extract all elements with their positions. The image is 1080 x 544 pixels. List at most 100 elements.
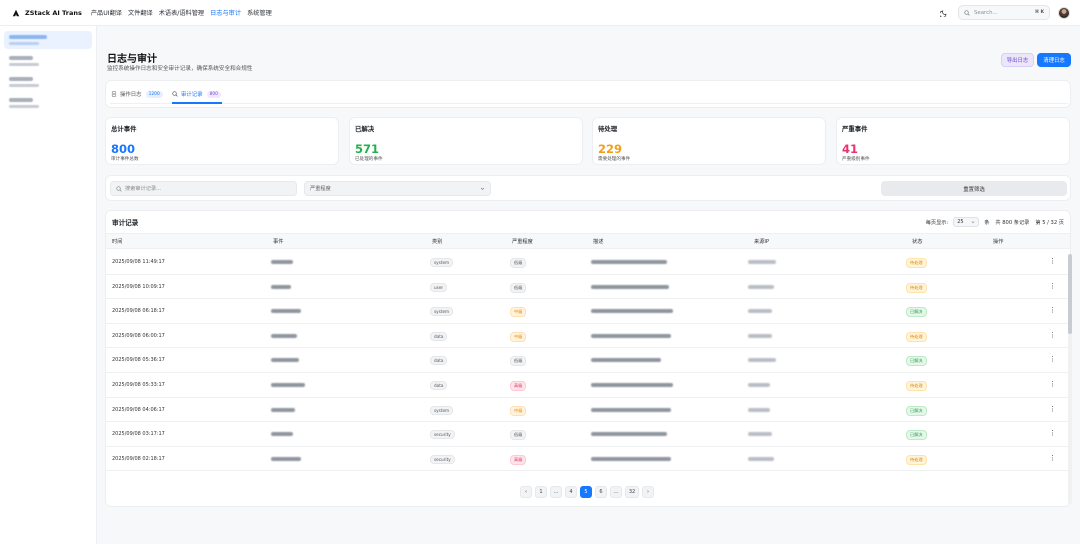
category-badge: security [430,454,455,464]
stat-card-pending: 待处理 229 需要处理的事件 [592,117,826,165]
sidebar-item[interactable] [4,52,92,70]
table-row[interactable]: 2025/09/08 02:18:17 security 高级 待处理 ⋮ [106,447,1070,472]
table-row[interactable]: 2025/09/08 04:06:17 system 中级 已解决 ⋮ [106,398,1070,423]
status-badge: 已解决 [906,430,927,441]
row-actions-menu[interactable]: ⋮ [1049,355,1056,365]
page-ellipsis: … [610,486,622,498]
category-badge: system [430,405,454,415]
cell-ip-redacted [748,407,770,412]
table-row[interactable]: 2025/09/08 06:00:17 data 中级 待处理 ⋮ [106,324,1070,349]
nav-item-system[interactable]: 系统管理 [247,8,272,17]
column-header: 状态 [912,239,923,245]
page-button[interactable]: 1 [535,486,547,498]
next-page-button[interactable]: › [642,486,654,498]
cell-time: 2025/09/08 03:17:17 [112,431,165,438]
table-row[interactable]: 2025/09/08 11:49:17 system 低级 待处理 ⋮ [106,250,1070,275]
sidebar-item[interactable] [4,94,92,112]
column-header: 类别 [432,239,443,245]
table-pager-info: 每页显示: 25 条 共 800 条记录 第 5 / 32 页 [926,217,1064,227]
brand[interactable]: ZStack AI Trans [12,9,82,17]
main-nav: 产品UI翻译 文件翻译 术语表/语料管理 日志与审计 系统管理 [91,8,278,17]
main-content: 日志与审计 监控系统操作日志和安全审计记录，确保系统安全和合规性 导出日志 清理… [97,26,1080,544]
sidebar-item-title [9,98,33,102]
sidebar-item[interactable] [4,73,92,91]
page-button[interactable]: 5 [580,486,592,498]
stat-value: 800 [111,142,136,156]
row-actions-menu[interactable]: ⋮ [1049,282,1056,292]
row-actions-menu[interactable]: ⋮ [1049,331,1056,341]
row-actions-menu[interactable]: ⋮ [1049,454,1056,464]
audit-search-placeholder: 搜索审计记录... [125,186,162,192]
per-page-value: 25 [957,219,964,225]
status-badge: 已解决 [906,405,927,416]
chevron-down-icon [480,187,485,190]
status-badge: 已解决 [906,307,927,318]
row-actions-menu[interactable]: ⋮ [1049,306,1056,316]
stat-card-critical: 严重事件 41 严重级别事件 [836,117,1070,165]
per-page-unit: 条 [984,219,990,226]
status-badge: 待处理 [906,258,927,268]
filter-bar: 搜索审计记录... 严重程度 重置筛选 [105,175,1071,201]
page-subtitle: 监控系统操作日志和安全审计记录，确保系统安全和合规性 [107,66,253,72]
audit-table-card: 审计记录 每页显示: 25 条 共 800 条记录 第 5 / 32 页 时间 … [105,210,1071,507]
page-button[interactable]: 4 [565,486,577,498]
tabs-card: 操作日志 1200 审计记录 800 [105,80,1071,108]
cell-event-redacted [271,407,295,412]
per-page-select[interactable]: 25 [953,217,980,227]
sidebar-item-title [9,77,33,81]
global-search[interactable]: Search... ⌘ K [958,5,1050,20]
row-actions-menu[interactable]: ⋮ [1049,405,1056,415]
severity-badge: 中级 [510,307,527,318]
total-records: 共 800 条记录 [995,219,1030,226]
table-row[interactable]: 2025/09/08 03:17:17 security 低级 已解决 ⋮ [106,422,1070,447]
audit-search-input[interactable]: 搜索审计记录... [110,181,297,196]
prev-page-button[interactable]: ‹ [520,486,532,498]
table-row[interactable]: 2025/09/08 10:09:17 user 低级 待处理 ⋮ [106,275,1070,300]
table-row[interactable]: 2025/09/08 06:18:17 system 中级 已解决 ⋮ [106,299,1070,324]
nav-item-file-translate[interactable]: 文件翻译 [128,8,153,17]
tab-audit-records[interactable]: 审计记录 800 [172,90,221,98]
clean-logs-button[interactable]: 清理日志 [1037,53,1071,67]
status-badge: 待处理 [906,282,927,293]
cell-time: 2025/09/08 04:06:17 [112,406,165,413]
tab-label: 操作日志 [120,92,142,98]
search-icon [964,9,970,16]
user-avatar[interactable] [1058,6,1070,19]
nav-item-logs-audit[interactable]: 日志与审计 [210,8,241,17]
tab-active-underline [172,102,222,104]
sidebar-item-subtitle [9,105,39,108]
stat-label: 待处理 [598,125,618,133]
tab-count-badge: 800 [206,90,221,98]
cell-description-redacted [591,284,669,289]
table-scrollbar-thumb[interactable] [1068,254,1072,334]
cell-ip-redacted [748,358,776,363]
row-actions-menu[interactable]: ⋮ [1049,380,1056,390]
table-row[interactable]: 2025/09/08 05:33:17 data 高级 待处理 ⋮ [106,373,1070,398]
tab-operation-logs[interactable]: 操作日志 1200 [111,90,163,98]
search-icon [116,185,122,192]
document-icon [111,91,117,97]
cell-time: 2025/09/08 11:49:17 [112,259,165,265]
row-actions-menu[interactable]: ⋮ [1049,429,1056,439]
app-name: ZStack AI Trans [25,8,82,17]
page-ellipsis: … [550,486,562,498]
tab-count-badge: 1200 [145,90,163,98]
page-button[interactable]: 32 [625,486,639,498]
sidebar-item-active[interactable] [4,31,92,49]
nav-item-glossary[interactable]: 术语表/语料管理 [159,8,204,17]
sidebar-item-subtitle [9,84,39,87]
page-button[interactable]: 6 [595,486,607,498]
category-badge: data [430,381,448,390]
dark-mode-toggle[interactable] [938,7,950,19]
per-page-label: 每页显示: [925,219,949,226]
severity-badge: 中级 [510,405,527,416]
stat-value: 41 [842,142,859,156]
cell-time: 2025/09/08 06:18:17 [112,308,165,315]
export-logs-button[interactable]: 导出日志 [1001,53,1034,67]
row-actions-menu[interactable]: ⋮ [1049,257,1056,267]
category-badge: system [430,258,454,267]
reset-filters-button[interactable]: 重置筛选 [881,181,1067,196]
severity-select[interactable]: 严重程度 [304,181,491,196]
table-row[interactable]: 2025/09/08 05:36:17 data 低级 已解决 ⋮ [106,348,1070,373]
nav-item-ui-translate[interactable]: 产品UI翻译 [91,8,122,17]
